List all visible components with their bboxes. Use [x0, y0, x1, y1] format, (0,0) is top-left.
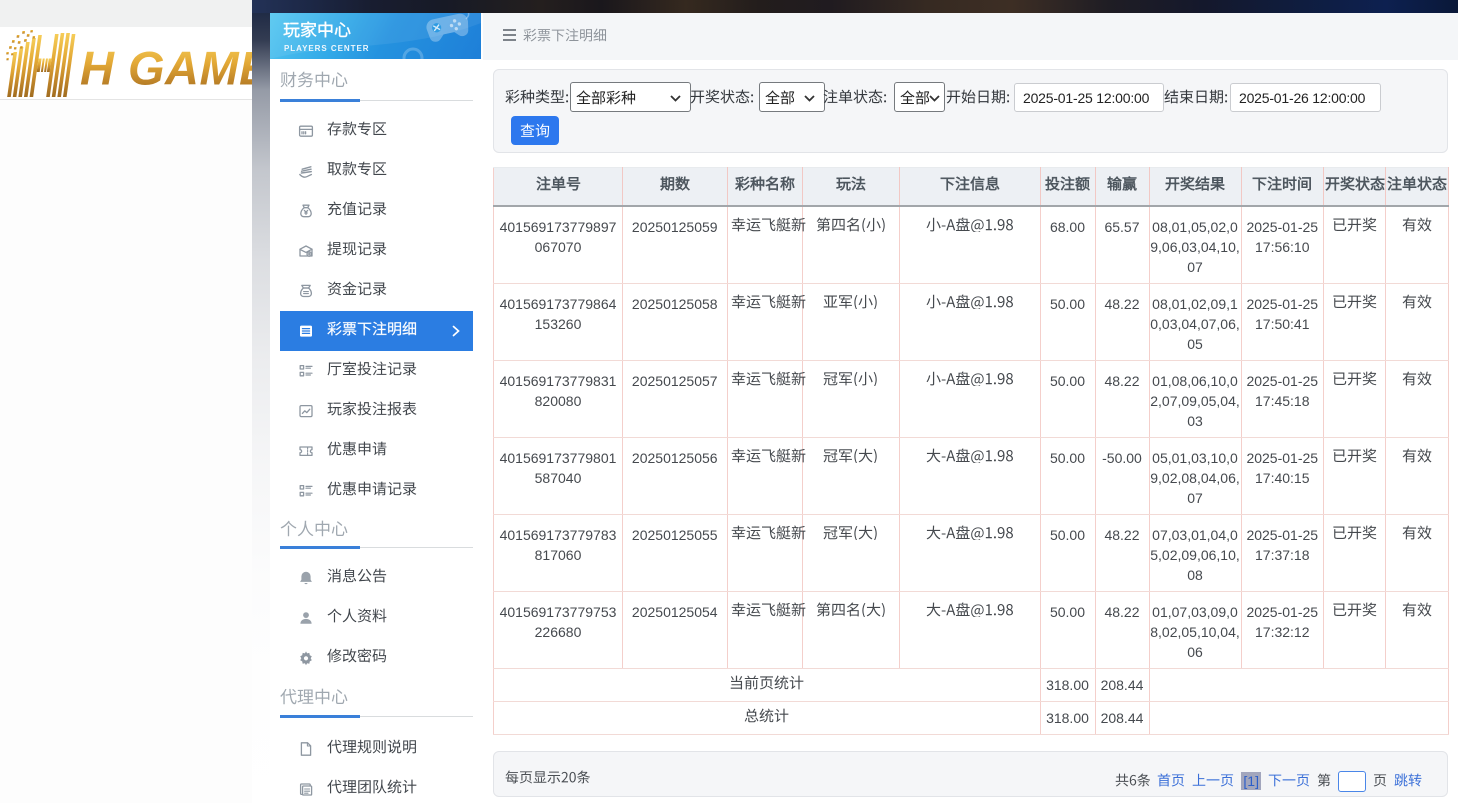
svg-text:H GAME: H GAME: [80, 42, 252, 95]
